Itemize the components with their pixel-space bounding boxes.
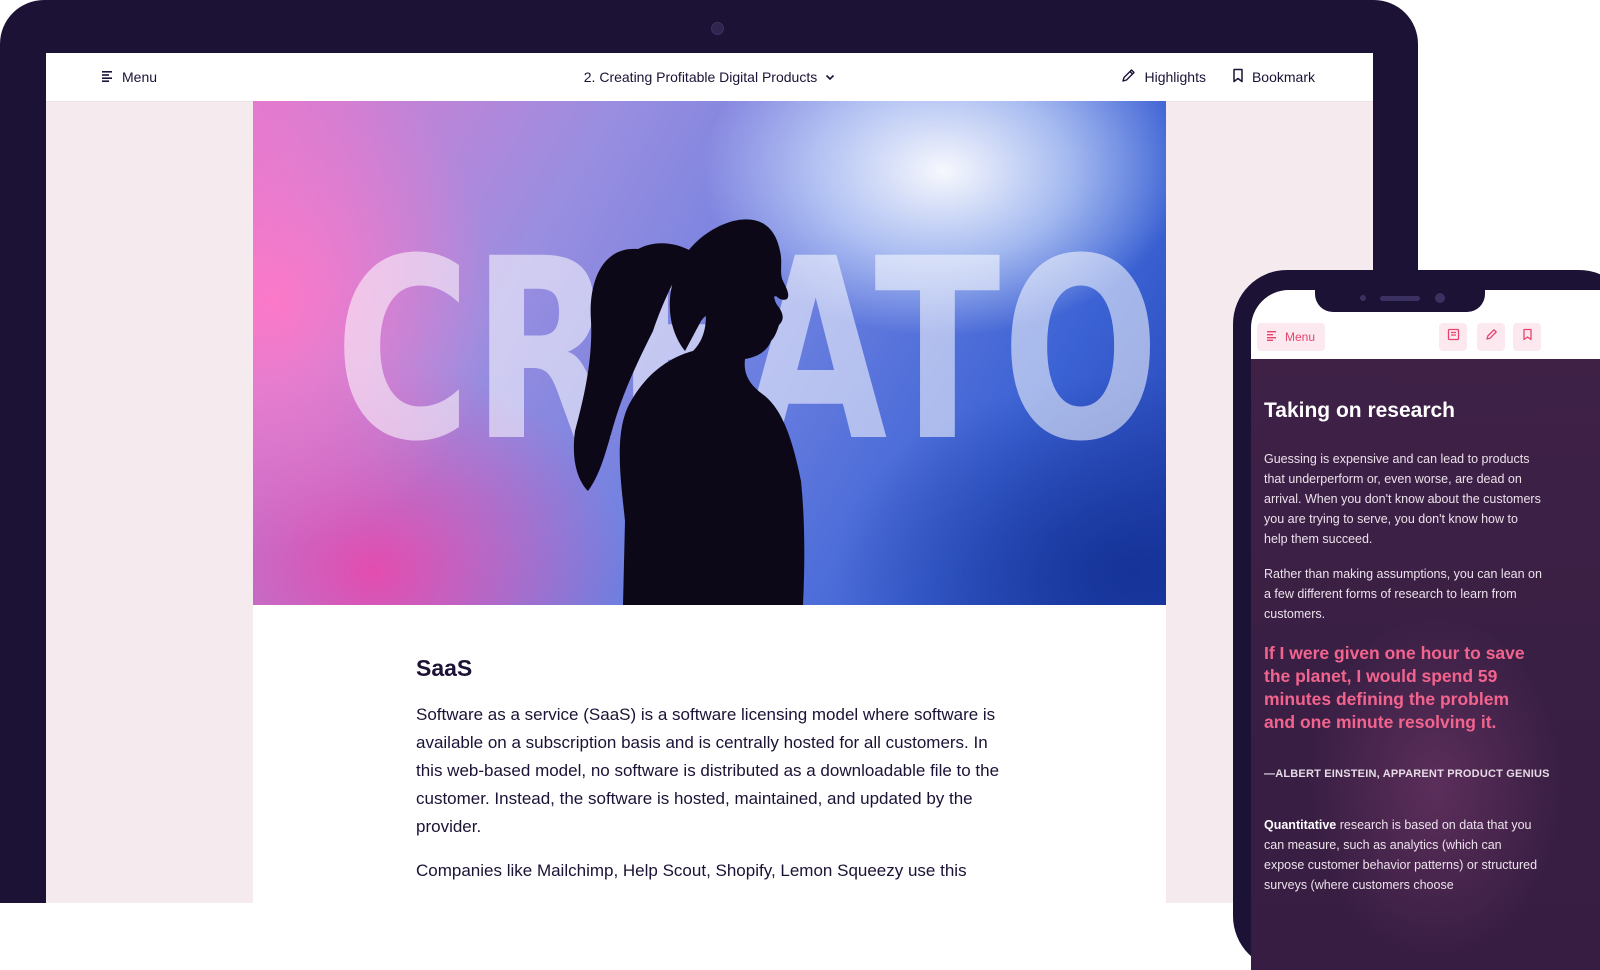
phone-paragraph: Rather than making assumptions, you can … bbox=[1264, 567, 1542, 621]
phone-menu-label: Menu bbox=[1285, 330, 1316, 344]
laptop-camera bbox=[711, 22, 724, 35]
phone-highlights-button[interactable] bbox=[1477, 323, 1505, 351]
phone-contents-button[interactable] bbox=[1439, 323, 1467, 351]
woman-silhouette bbox=[573, 219, 805, 605]
pencil-icon bbox=[1485, 328, 1498, 346]
pencil-icon bbox=[1121, 68, 1136, 86]
bold-term: Quantitative bbox=[1264, 818, 1337, 832]
phone-paragraph: Guessing is expensive and can lead to pr… bbox=[1264, 452, 1541, 546]
phone-device: Menu Taking on research Guessing is expe… bbox=[1233, 270, 1600, 970]
laptop-screen: Menu 2. Creating Profitable Digital Prod… bbox=[46, 53, 1373, 903]
phone-screen: Menu Taking on research Guessing is expe… bbox=[1251, 290, 1600, 970]
bookmark-label: Bookmark bbox=[1251, 69, 1315, 85]
book-icon bbox=[1447, 328, 1460, 346]
phone-paragraph: Quantitative research is based on data t… bbox=[1264, 815, 1542, 895]
chevron-down-icon bbox=[825, 69, 835, 85]
phone-bookmark-button[interactable] bbox=[1513, 323, 1541, 351]
laptop-device: Menu 2. Creating Profitable Digital Prod… bbox=[0, 0, 1418, 903]
section-title: SaaS bbox=[416, 655, 473, 681]
phone-menu-button[interactable]: Menu bbox=[1257, 323, 1326, 351]
phone-article: Taking on research Guessing is expensive… bbox=[1251, 359, 1600, 970]
reader-toolbar: Menu 2. Creating Profitable Digital Prod… bbox=[46, 53, 1373, 102]
pull-quote: If I were given one hour to save the pla… bbox=[1264, 643, 1525, 732]
hero-image: CREATOR bbox=[253, 101, 1166, 605]
bookmark-icon bbox=[1522, 328, 1533, 346]
highlights-button[interactable]: Highlights bbox=[1121, 68, 1206, 86]
phone-notch bbox=[1315, 290, 1485, 312]
article-body: SaaS Software as a service (SaaS) is a s… bbox=[253, 605, 1166, 903]
highlights-label: Highlights bbox=[1144, 69, 1206, 85]
chapter-title: 2. Creating Profitable Digital Products bbox=[583, 69, 818, 85]
article-paragraph: Companies like Mailchimp, Help Scout, Sh… bbox=[416, 861, 967, 880]
menu-icon bbox=[1267, 330, 1278, 344]
phone-heading: Taking on research bbox=[1264, 399, 1456, 422]
article-paragraph: Software as a service (SaaS) is a softwa… bbox=[416, 705, 1000, 836]
bookmark-button[interactable]: Bookmark bbox=[1232, 68, 1315, 86]
quote-citation: —ALBERT EINSTEIN, APPARENT PRODUCT GENIU… bbox=[1264, 768, 1550, 780]
bookmark-icon bbox=[1232, 68, 1244, 86]
